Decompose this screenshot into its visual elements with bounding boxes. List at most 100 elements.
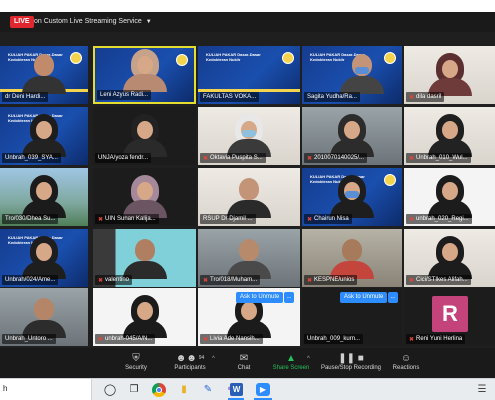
- participant-tile[interactable]: ✖ Tro/018/Muham...: [198, 229, 300, 287]
- participant-tile[interactable]: ✖ valentino: [93, 229, 196, 287]
- participant-tile[interactable]: KULIAH PAKAR Dasar-Dasar Kedokteran Nukl…: [302, 46, 402, 104]
- participant-name: ✖ 2010070140025/...: [304, 153, 368, 163]
- participant-name-text: unbrah-045/A/N...: [105, 336, 153, 342]
- security-button[interactable]: ⛨ Security: [118, 352, 154, 371]
- participant-video: [427, 114, 472, 157]
- chrome-icon[interactable]: [152, 383, 166, 397]
- task-view-icon[interactable]: ❐: [126, 382, 142, 398]
- participant-name-text: Cici/STIkes Alifah...: [416, 277, 468, 283]
- participant-name: ✖ Tro/018/Muham...: [200, 275, 261, 285]
- shield-icon: ⛨: [132, 353, 140, 364]
- participant-name: RSUP Dr Djamil ...: [200, 214, 256, 224]
- participant-video: [427, 236, 472, 279]
- participant-video: [427, 175, 472, 218]
- participant-tile[interactable]: Unbrah_Untoro ...: [0, 288, 88, 346]
- notification-icon[interactable]: ☰: [474, 382, 490, 398]
- participant-name-text: valentino: [105, 277, 130, 283]
- more-options-button[interactable]: ...: [388, 292, 398, 303]
- participant-tile[interactable]: KULIAH PAKAR Dasar-Dasar Kedokteran Nukl…: [302, 168, 402, 226]
- participant-name-text: RSUP Dr Djamil ...: [203, 216, 253, 222]
- zoom-icon[interactable]: ▶: [256, 383, 270, 396]
- participant-name: Unbrah_009_kurn...: [304, 334, 364, 344]
- participant-tile[interactable]: Ask to Unmute ... Unbrah_009_kurn...: [302, 288, 402, 346]
- participant-name-text: UIN Sunan Kalija...: [105, 216, 156, 222]
- participant-video: [227, 239, 271, 279]
- mic-muted-icon: ✖: [98, 337, 104, 343]
- participant-name-text: Leni Azyus Radi...: [100, 92, 149, 98]
- participant-video: [22, 54, 66, 94]
- participant-tile[interactable]: ✖ Unbrah_010_Wul...: [404, 107, 495, 165]
- ask-to-unmute-button[interactable]: Ask to Unmute: [236, 292, 284, 303]
- file-explorer-icon[interactable]: ▮: [176, 382, 192, 398]
- participants-button[interactable]: ☻☻ 94 Participants: [170, 352, 210, 371]
- participant-name-text: Unbrah_010_Wul...: [416, 155, 468, 161]
- participant-name: ✖ unbrah_020_Regi...: [406, 214, 472, 224]
- participant-tile[interactable]: ✖ Cici/STIkes Alifah...: [404, 229, 495, 287]
- participant-video: [122, 175, 167, 218]
- participant-name-text: unbrah_020_Regi...: [416, 216, 469, 222]
- participant-name-text: UNJA/yoza fendr...: [98, 155, 149, 161]
- participant-tile[interactable]: ✖ unbrah_020_Regi...: [404, 168, 495, 226]
- participant-name-text: Unbrah_Untoro ...: [5, 336, 53, 342]
- participant-name-text: 2010070140025/...: [314, 155, 365, 161]
- participant-video: [122, 239, 167, 279]
- notes-icon[interactable]: ✎: [200, 382, 216, 398]
- participant-tile[interactable]: RSUP Dr Djamil ...: [198, 168, 300, 226]
- participant-name: FAKULTAS VOKA...: [200, 92, 260, 102]
- stream-service-menu[interactable]: on Custom Live Streaming Service ▼: [34, 15, 152, 29]
- participant-name: Unbrah/024/Ame...: [2, 275, 59, 285]
- reactions-button[interactable]: ☺ Reactions: [390, 352, 422, 371]
- participant-video: [227, 178, 271, 218]
- participant-tile[interactable]: ✖ Oktavia Puspita S...: [198, 107, 300, 165]
- smiley-icon: ☺: [400, 353, 412, 364]
- mic-muted-icon: ✖: [409, 337, 415, 343]
- share-screen-button[interactable]: ▲ Share Screen: [270, 352, 312, 371]
- participant-name-text: dila dasril: [416, 94, 442, 100]
- more-options-button[interactable]: ...: [284, 292, 294, 303]
- active-speaker-tile[interactable]: Leni Azyus Radi...: [93, 46, 196, 104]
- chevron-up-icon[interactable]: ^: [212, 356, 215, 362]
- participant-tile[interactable]: KULIAH PAKAR Dasar-Dasar Kedokteran Nukl…: [198, 46, 300, 104]
- mic-muted-icon: ✖: [409, 156, 415, 162]
- participant-video: [330, 239, 374, 279]
- cortana-icon[interactable]: ◯: [102, 382, 118, 398]
- participant-tile[interactable]: Tro/030/Dhea Su...: [0, 168, 88, 226]
- participant-tile[interactable]: ✖ dila dasril: [404, 46, 495, 104]
- avatar: R: [432, 296, 468, 332]
- chevron-up-icon[interactable]: ^: [307, 356, 310, 362]
- participant-name-text: Oktavia Puspita S...: [210, 155, 263, 161]
- participant-name: ✖ Chairun Nisa: [304, 214, 352, 224]
- ask-to-unmute-button[interactable]: Ask to Unmute: [340, 292, 388, 303]
- participant-tile[interactable]: ✖ 2010070140025/...: [302, 107, 402, 165]
- participant-tile[interactable]: ✖ KESPNE/unios: [302, 229, 402, 287]
- chevron-down-icon: ▼: [145, 19, 152, 25]
- taskbar-search-input[interactable]: h: [0, 379, 92, 400]
- participant-tile[interactable]: KULIAH PAKAR Dasar-Dasar Kedokteran Nukl…: [0, 229, 88, 287]
- participant-tile[interactable]: KULIAH PAKAR Dasar-Dasar Kedokteran Nukl…: [0, 107, 88, 165]
- participant-tile[interactable]: UNJA/yoza fendr...: [93, 107, 196, 165]
- participant-video: [427, 53, 472, 96]
- word-icon[interactable]: W: [230, 383, 243, 396]
- participants-count: 94: [198, 355, 205, 361]
- participant-tile[interactable]: KULIAH PAKAR Dasar-Dasar Kedokteran Nukl…: [0, 46, 88, 104]
- participant-tile[interactable]: ✖ unbrah-045/A/N...: [93, 288, 196, 346]
- chat-button[interactable]: ✉ Chat: [232, 352, 256, 371]
- participant-video: [122, 114, 167, 157]
- pause-stop-icon: ❚❚ ■: [338, 353, 364, 364]
- pause-stop-recording-button[interactable]: ❚❚ ■ Pause/Stop Recording: [318, 352, 384, 371]
- participant-name: Unbrah_039_SYA...: [2, 153, 61, 163]
- meeting-toolbar: ⛨ Security ☻☻ 94 Participants ^ ✉ Chat ▲ …: [0, 348, 495, 378]
- participant-tile[interactable]: ✖ UIN Sunan Kalija...: [93, 168, 196, 226]
- participant-tile[interactable]: R ✖ Reni Yuni Herlina: [404, 288, 495, 346]
- participant-video: [122, 295, 167, 338]
- share-screen-icon: ▲: [286, 353, 296, 364]
- participant-video: [330, 175, 374, 218]
- chat-label: Chat: [237, 365, 251, 371]
- participant-name: ✖ UIN Sunan Kalija...: [95, 214, 159, 224]
- participant-tile[interactable]: Ask to Unmute ... ✖ Livia Ade Nansih...: [198, 288, 300, 346]
- participant-name: ✖ unbrah-045/A/N...: [95, 334, 156, 344]
- participant-name: ✖ dila dasril: [406, 92, 445, 102]
- participants-label: Participants: [174, 365, 206, 371]
- participant-video: [22, 175, 66, 218]
- participant-name-text: Unbrah_039_SYA...: [5, 155, 58, 161]
